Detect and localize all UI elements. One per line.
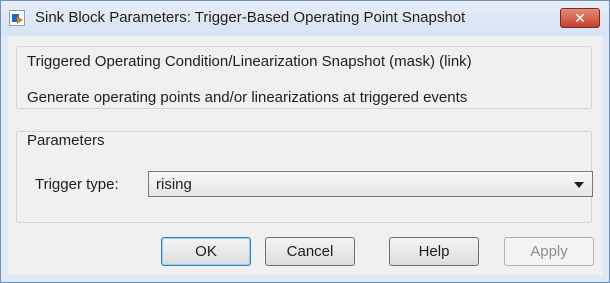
simulink-block-icon [9,10,25,26]
window-title: Sink Block Parameters: Trigger-Based Ope… [35,9,466,26]
chevron-down-icon [574,182,584,188]
title-bar[interactable]: Sink Block Parameters: Trigger-Based Ope… [1,1,609,35]
trigger-type-value: rising [156,176,192,193]
dialog-client-area: Triggered Operating Condition/Linearizat… [8,36,602,275]
dialog-window: Sink Block Parameters: Trigger-Based Ope… [0,0,610,283]
block-description-text: Generate operating points and/or lineari… [27,89,468,106]
cancel-button[interactable]: Cancel [265,237,355,266]
trigger-type-dropdown[interactable]: rising [148,171,593,197]
parameters-legend: Parameters [27,132,108,149]
block-description-title: Triggered Operating Condition/Linearizat… [27,53,472,70]
trigger-type-label: Trigger type: [35,176,119,193]
close-icon: ✕ [574,9,586,26]
apply-button[interactable]: Apply [504,237,594,266]
ok-button[interactable]: OK [161,237,251,266]
close-button[interactable]: ✕ [560,8,600,28]
help-button[interactable]: Help [389,237,479,266]
